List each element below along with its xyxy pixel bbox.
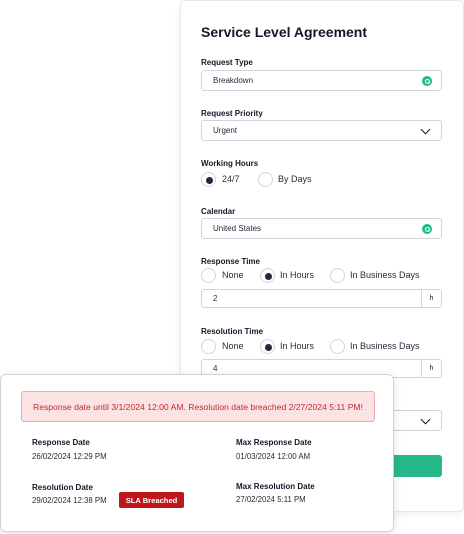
- radio-24-7-label: 24/7: [222, 174, 240, 184]
- radio-resolution-business-days[interactable]: [330, 339, 345, 354]
- resolution-time-value: 4: [213, 364, 218, 373]
- working-hours-label: Working Hours: [201, 159, 259, 168]
- response-time-options: None In Hours In Business Days: [201, 268, 461, 284]
- radio-24-7[interactable]: [201, 172, 216, 187]
- response-date-value: 26/02/2024 12:29 PM: [32, 452, 107, 461]
- radio-response-in-hours-label: In Hours: [280, 270, 315, 280]
- max-resolution-date-label: Max Resolution Date: [236, 482, 315, 491]
- max-response-date-label: Max Response Date: [236, 438, 312, 447]
- sla-breached-badge: SLA Breached: [119, 492, 184, 508]
- radio-resolution-none[interactable]: [201, 339, 216, 354]
- max-response-date-value: 01/03/2024 12:00 AM: [236, 452, 311, 461]
- response-time-input[interactable]: 2 h: [201, 289, 442, 308]
- search-icon[interactable]: [422, 76, 432, 86]
- radio-resolution-in-hours[interactable]: [260, 339, 275, 354]
- resolution-date-label: Resolution Date: [32, 483, 93, 492]
- calendar-field[interactable]: United States: [201, 218, 442, 239]
- request-priority-select[interactable]: Urgent: [201, 120, 442, 141]
- resolution-date-value: 29/02/2024 12:38 PM: [32, 496, 107, 505]
- response-time-value: 2: [213, 294, 218, 303]
- request-type-label: Request Type: [201, 58, 253, 67]
- radio-response-none[interactable]: [201, 268, 216, 283]
- max-resolution-date-value: 27/02/2024 5:11 PM: [236, 495, 306, 504]
- radio-resolution-in-hours-label: In Hours: [280, 341, 315, 351]
- radio-by-days-label: By Days: [278, 174, 312, 184]
- radio-response-business-days[interactable]: [330, 268, 345, 283]
- radio-response-business-days-label: In Business Days: [350, 270, 420, 280]
- request-priority-value: Urgent: [213, 126, 238, 135]
- calendar-value: United States: [213, 224, 262, 233]
- calendar-label: Calendar: [201, 207, 236, 216]
- response-date-label: Response Date: [32, 438, 90, 447]
- panel-title: Service Level Agreement: [201, 24, 368, 40]
- resolution-time-unit: h: [421, 360, 441, 377]
- request-type-value: Breakdown: [213, 76, 254, 85]
- radio-resolution-business-days-label: In Business Days: [350, 341, 420, 351]
- working-hours-options: 24/7 By Days: [201, 172, 461, 188]
- sla-status-popup: Response date until 3/1/2024 12:00 AM. R…: [0, 374, 394, 532]
- chevron-down-icon: [420, 414, 431, 425]
- radio-response-in-hours[interactable]: [260, 268, 275, 283]
- resolution-time-label: Resolution Time: [201, 327, 264, 336]
- request-type-field[interactable]: Breakdown: [201, 70, 442, 91]
- radio-by-days[interactable]: [258, 172, 273, 187]
- radio-resolution-none-label: None: [222, 341, 244, 351]
- response-time-unit: h: [421, 290, 441, 307]
- response-time-label: Response Time: [201, 257, 260, 266]
- request-priority-label: Request Priority: [201, 109, 263, 118]
- radio-response-none-label: None: [222, 270, 244, 280]
- resolution-time-options: None In Hours In Business Days: [201, 339, 461, 355]
- search-icon[interactable]: [422, 224, 432, 234]
- sla-alert: Response date until 3/1/2024 12:00 AM. R…: [21, 391, 375, 422]
